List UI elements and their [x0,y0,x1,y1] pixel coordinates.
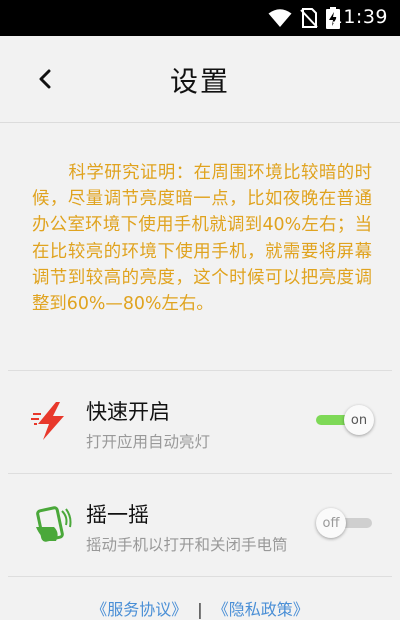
shake-toggle[interactable]: off [316,508,374,538]
app-header: 设置 [0,36,400,123]
shake-phone-icon [36,506,72,542]
setting-title: 快速开启 [86,400,170,424]
setting-title: 摇一摇 [86,503,149,527]
quick-start-toggle[interactable]: on [316,405,374,435]
toggle-knob: off [316,508,346,538]
setting-row-quick-start[interactable]: 快速开启 打开应用自动亮灯 on [0,372,400,472]
setting-row-shake[interactable]: 摇一摇 摇动手机以打开和关闭手电筒 off [0,475,400,575]
no-sim-icon [300,8,318,28]
status-icons [268,7,340,29]
setting-subtitle: 摇动手机以打开和关闭手电筒 [86,536,288,554]
footer-links: 《服务协议》 | 《隐私政策》 [0,596,400,620]
brightness-tip-text: 科学研究证明：在周围环境比较暗的时候，尽量调节亮度暗一点，比如夜晚在普通办公室环… [32,160,372,317]
setting-subtitle: 打开应用自动亮灯 [86,433,211,451]
divider [8,576,392,577]
brightness-tip-content: 科学研究证明：在周围环境比较暗的时候，尽量调节亮度暗一点，比如夜晚在普通办公室环… [32,163,372,315]
wifi-icon [268,9,292,27]
toggle-knob: on [344,405,374,435]
divider [8,473,392,474]
divider [8,370,392,371]
status-time: 11:39 [330,6,388,28]
status-bar: 11:39 [0,0,400,36]
lightning-bolt-icon [31,402,64,440]
page-title: 设置 [169,65,230,98]
